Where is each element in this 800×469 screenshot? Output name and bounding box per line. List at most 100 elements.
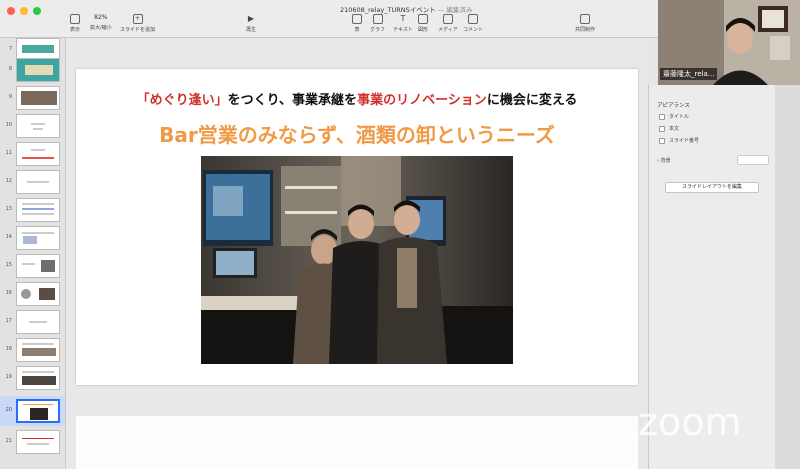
close-window-button[interactable] [7,7,15,15]
next-slide-preview[interactable] [76,416,638,469]
add-slide-button[interactable]: + スライドを追加 [120,14,155,33]
add-slide-label: スライドを追加 [120,27,156,33]
slide-number: 9 [8,94,12,100]
slide-navigator[interactable]: 7 8 9 10 11 12 13 14 15 16 17 18 19 20 2… [0,38,66,469]
body-checkbox-label: 本文 [669,126,680,132]
zoom-watermark: zoom [638,400,742,444]
shape-icon [418,14,428,24]
slide-number: 13 [5,206,12,212]
play-button[interactable]: ▶ 再生 [246,14,256,34]
slide-number: 10 [5,122,12,128]
slide-subheading[interactable]: Bar営業のみならず、酒類の卸というニーズ [76,119,638,148]
zoom-label: 拡大/縮小 [90,25,112,31]
heading-end: に機会に変える [486,93,578,108]
comment-button[interactable]: コメント [463,14,483,33]
zoom-window-button[interactable] [33,7,41,15]
slide-thumbnail[interactable]: 13 [0,198,65,222]
disclosure-chevron-icon: › [657,158,659,164]
current-slide[interactable]: 「めぐり逢い」をつくり、事業承継を事業のリノベーションに機会に変える Bar営業… [76,69,638,385]
background-label: 背景 [660,158,671,164]
slide-canvas[interactable]: 「めぐり逢い」をつくり、事業承継を事業のリノベーションに機会に変える Bar営業… [66,38,648,469]
title-checkbox-label: タイトル [669,114,690,120]
slide-thumbnail[interactable]: 8 [0,58,65,82]
heading-highlight: 事業のリノベーション [357,93,487,108]
slide-number: 17 [5,318,12,324]
slide-thumbnail[interactable]: 19 [0,366,65,390]
slide-number-checkbox[interactable]: スライド番号 [659,137,699,144]
document-title-status: — 編集済み [437,6,473,14]
view-label: 表示 [70,27,81,33]
heading-middle: をつくり、事業承継を [227,93,358,108]
thumbnail-image [16,338,60,362]
checkbox-icon [659,125,665,132]
play-icon: ▶ [247,14,255,23]
slide-thumbnail[interactable]: 12 [0,170,65,194]
table-label: 表 [354,27,360,33]
slide-number: 14 [5,234,12,240]
background-row[interactable]: › 背景 [657,157,671,164]
title-checkbox[interactable]: タイトル [659,113,689,120]
zoom-value: 82% [94,14,108,21]
chart-label: グラフ [370,27,386,33]
slide-number-checkbox-label: スライド番号 [669,138,700,144]
chart-button[interactable]: グラフ [370,14,385,33]
comment-label: コメント [463,27,484,33]
bar-photo[interactable] [201,156,513,364]
heading-quote: 「めぐり逢い」 [136,93,228,108]
checkbox-icon [659,113,665,120]
bar-photo-illustration [201,156,513,364]
slide-thumbnail[interactable]: 21 [0,430,65,454]
sidebar-icon [70,14,80,24]
background-color-well[interactable] [737,155,769,165]
thumbnail-image [16,254,60,278]
shape-button[interactable]: 図形 [418,14,428,33]
window-edge [775,85,800,469]
window-controls [7,7,41,15]
thumbnail-image [16,399,60,423]
slide-thumbnail[interactable]: 16 [0,282,65,306]
zoom-control[interactable]: 82% 拡大/縮小 [90,14,112,31]
slide-thumbnail[interactable]: 9 [0,86,65,110]
table-button[interactable]: 表 [352,14,362,33]
slide-heading[interactable]: 「めぐり逢い」をつくり、事業承継を事業のリノベーションに機会に変える [76,89,638,108]
text-icon: T [400,14,406,23]
table-icon [352,14,362,24]
edit-slide-layout-button[interactable]: スライドレイアウトを編集 [665,182,759,193]
text-button[interactable]: T テキスト [393,14,413,34]
keynote-window: 210608_relay_TURNSイベント — 編集済み 表示 82% 拡大/… [0,0,800,469]
thumbnail-image [16,86,60,110]
thumbnail-image [16,170,60,194]
slide-number: 18 [5,346,12,352]
thumbnail-image [16,114,60,138]
minimize-window-button[interactable] [20,7,28,15]
participant-video[interactable]: 齋藤隆太_rela... [658,0,800,85]
slide-thumbnail[interactable]: 17 [0,310,65,334]
thumbnail-image [16,282,60,306]
add-slide-icon: + [132,14,143,24]
slide-number: 12 [5,178,12,184]
chart-icon [372,14,383,24]
checkbox-icon [659,137,665,144]
participant-name-tag: 齋藤隆太_rela... [660,68,718,80]
thumbnail-image [16,226,60,250]
slide-thumbnail-selected[interactable]: 20 [0,396,65,426]
media-label: メディア [438,27,458,33]
collaborate-button[interactable]: 共同制作 [575,14,595,33]
slide-thumbnail[interactable]: 11 [0,142,65,166]
collaborate-icon [580,14,590,24]
document-title-name: 210608_relay_TURNSイベント [340,6,436,14]
shape-label: 図形 [418,27,429,33]
thumbnail-image [16,198,60,222]
media-button[interactable]: メディア [438,14,458,33]
slide-number: 21 [5,438,12,444]
slide-thumbnail[interactable]: 18 [0,338,65,362]
text-label: テキスト [393,27,413,33]
collaborate-label: 共同制作 [575,27,596,33]
slide-thumbnail[interactable]: 14 [0,226,65,250]
body-checkbox[interactable]: 本文 [659,125,679,132]
slide-thumbnail[interactable]: 15 [0,254,65,278]
slide-thumbnail[interactable]: 10 [0,114,65,138]
view-button[interactable]: 表示 [70,14,80,33]
media-icon [442,14,453,24]
appearance-section-title: アピアランス [657,103,690,109]
